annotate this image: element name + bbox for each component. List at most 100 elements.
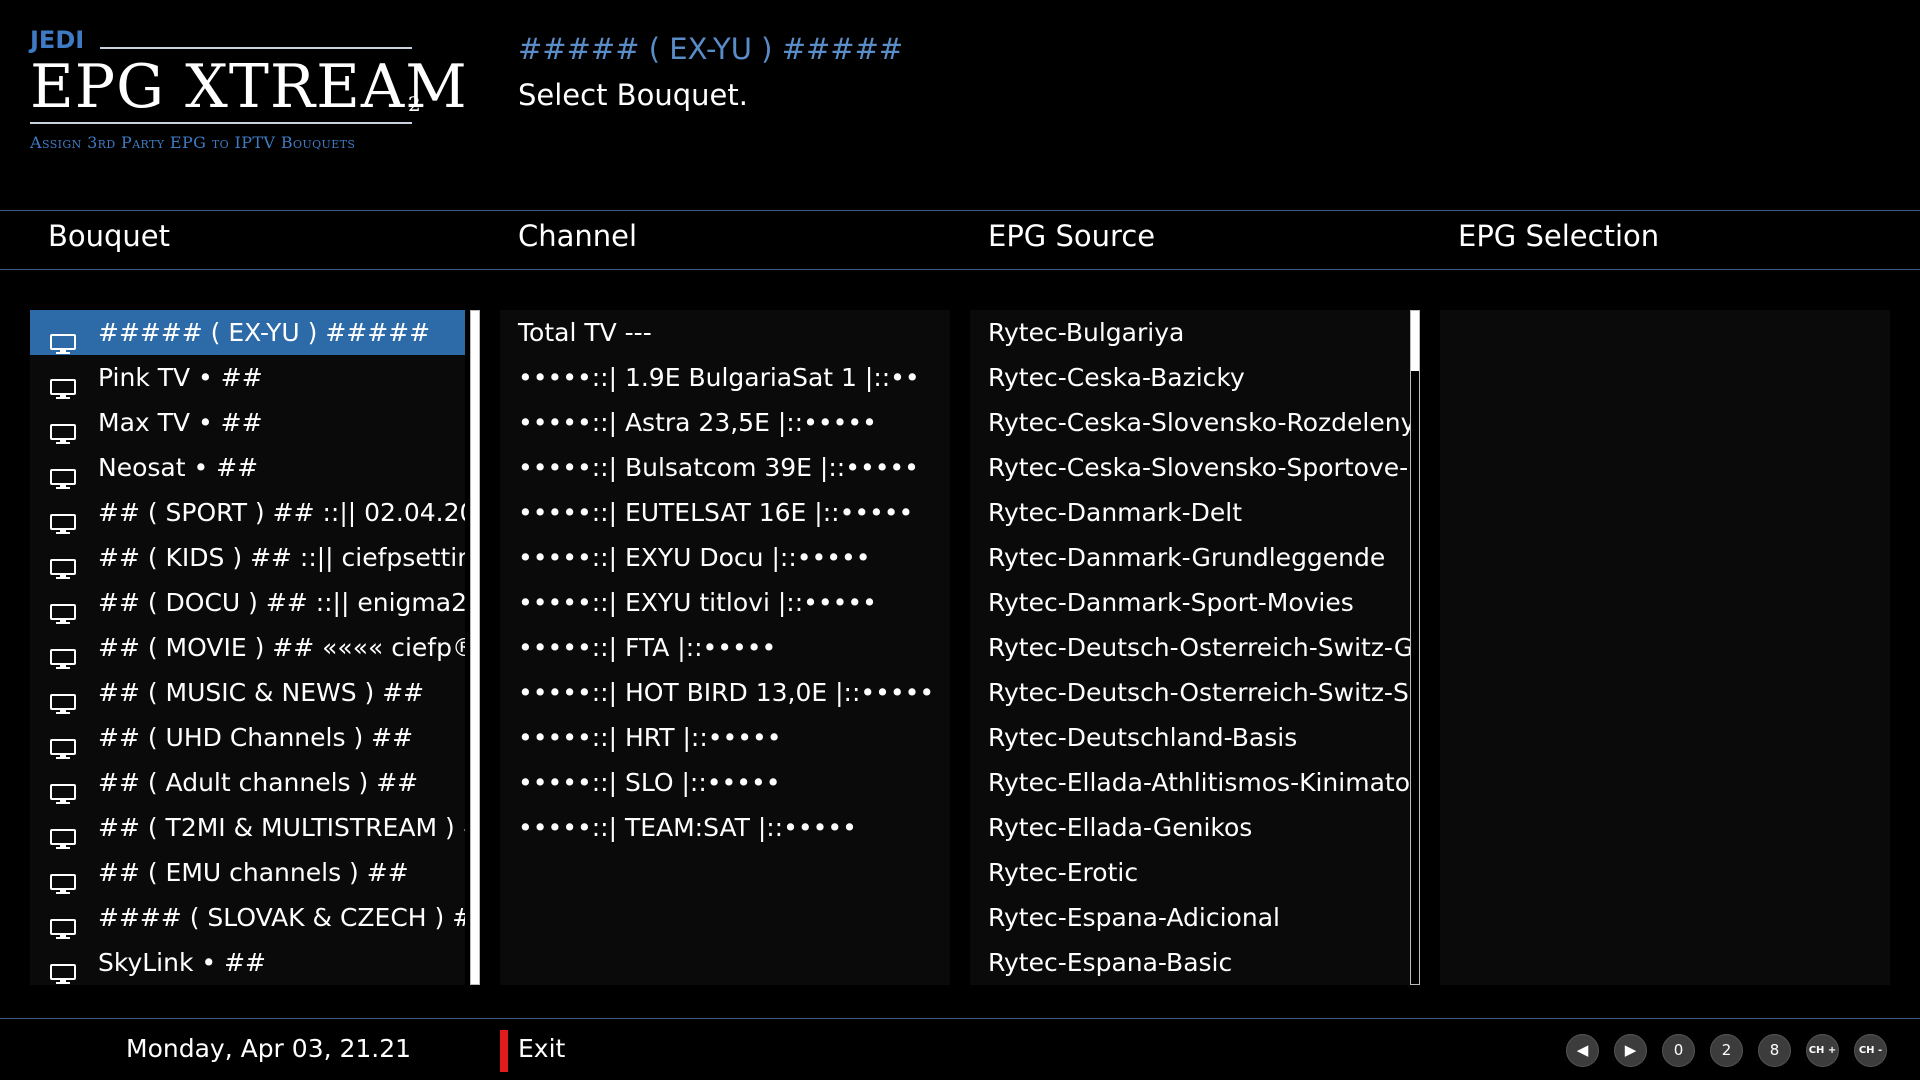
channel-item[interactable]: •••••::| TEAM:SAT |::••••• [500,805,950,850]
bouquet-scrollbar[interactable] [470,310,480,985]
channel-item-label: Total TV --- [518,318,652,347]
bouquet-item[interactable]: ## ( KIDS ) ## ::|| ciefpsettings [30,535,465,580]
bouquet-item-label: Neosat • ## [98,453,259,482]
bouquet-item-label: ## ( EMU channels ) ## [98,858,409,887]
epg-source-panel[interactable]: Rytec-Bulgariya Rytec-Ceska-Bazicky Rytec-… [970,310,1410,985]
channel-item[interactable]: •••••::| FTA |::••••• [500,625,950,670]
epg-source-item[interactable]: Rytec-Espana-Basic [970,940,1410,985]
channel-item[interactable]: •••••::| EXYU titlovi |::••••• [500,580,950,625]
key-2-button[interactable]: 2 [1710,1034,1743,1067]
epg-source-item[interactable]: Rytec-Ceska-Slovensko-Rozdeleny [970,400,1410,445]
bouquet-item[interactable]: ## ( MUSIC & NEWS ) ## [30,670,465,715]
header-divider [0,210,1920,211]
exit-button[interactable]: Exit [518,1034,565,1063]
epg-source-item[interactable]: Rytec-Danmark-Sport-Movies [970,580,1410,625]
epg-source-item[interactable]: Rytec-Deutsch-Osterreich-Switz-Ge [970,625,1410,670]
channel-up-button[interactable]: CH + [1806,1034,1839,1067]
bouquet-item-label: ## ( KIDS ) ## ::|| ciefpsettings [98,543,465,572]
channel-item-label: •••••::| Bulsatcom 39E |::••••• [518,453,919,482]
channel-item-label: •••••::| 1.9E BulgariaSat 1 |::•• [518,363,920,392]
red-key-indicator [500,1030,508,1072]
epg-source-item[interactable]: Rytec-Ellada-Genikos [970,805,1410,850]
channel-item[interactable]: •••••::| EXYU Docu |::••••• [500,535,950,580]
bouquet-item[interactable]: ## ( SPORT ) ## ::|| 02.04.2023 [30,490,465,535]
epg-source-item[interactable]: Rytec-Espana-Adicional [970,895,1410,940]
epg-source-item-label: Rytec-Bulgariya [988,318,1185,347]
bouquet-item[interactable]: #### ( SLOVAK & CZECH ) #### [30,895,465,940]
bouquet-item[interactable]: Max TV • ## [30,400,465,445]
channel-item-label: •••••::| HRT |::••••• [518,723,782,752]
tv-icon [50,728,76,759]
bouquet-item-label: ## ( SPORT ) ## ::|| 02.04.2023 [98,498,465,527]
channel-item[interactable]: •••••::| 1.9E BulgariaSat 1 |::•• [500,355,950,400]
epg-source-list[interactable]: Rytec-Bulgariya Rytec-Ceska-Bazicky Rytec-… [970,310,1410,985]
bouquet-item[interactable]: ##### ( EX-YU ) ##### [30,310,465,355]
channel-item-label: •••••::| EXYU titlovi |::••••• [518,588,877,617]
page-subtitle: Select Bouquet. [518,78,748,112]
bouquet-scrollbar-thumb[interactable] [471,311,479,984]
epg-source-item[interactable]: Rytec-Deutschland-Basis [970,715,1410,760]
bouquet-item-label: Pink TV • ## [98,363,263,392]
channel-item[interactable]: •••••::| Astra 23,5E |::••••• [500,400,950,445]
right-arrow-button[interactable]: ▶ [1614,1034,1647,1067]
epg-source-item-label: Rytec-Ellada-Athlitismos-Kinimatogr [988,768,1410,797]
channel-item[interactable]: •••••::| SLO |::••••• [500,760,950,805]
bouquet-item-label: ## ( MOVIE ) ## «««« ciefp® »»» [98,633,465,662]
bouquet-panel[interactable]: ##### ( EX-YU ) ##### Pink TV • ## Max TV … [30,310,465,985]
column-header-bouquet: Bouquet [48,219,171,253]
epg-source-scrollbar-thumb[interactable] [1411,311,1419,371]
column-header-divider [0,269,1920,270]
bouquet-item-label: ## ( MUSIC & NEWS ) ## [98,678,425,707]
bouquet-item-label: ## ( DOCU ) ## ::|| enigma2 ||:: [98,588,465,617]
bouquet-item[interactable]: Pink TV • ## [30,355,465,400]
bouquet-item[interactable]: ## ( EMU channels ) ## [30,850,465,895]
channel-item[interactable]: •••••::| EUTELSAT 16E |::••••• [500,490,950,535]
epg-source-scrollbar[interactable] [1410,310,1420,985]
logo-version: 2 [408,92,421,116]
epg-source-item-label: Rytec-Espana-Adicional [988,903,1280,932]
epg-selection-panel[interactable] [1440,310,1890,985]
epg-source-item-label: Rytec-Deutsch-Osterreich-Switz-Sp [988,678,1410,707]
epg-source-item[interactable]: Rytec-Danmark-Delt [970,490,1410,535]
bouquet-item[interactable]: ## ( T2MI & MULTISTREAM ) ## [30,805,465,850]
channel-item-label: •••••::| FTA |::••••• [518,633,777,662]
channel-item[interactable]: •••••::| HRT |::••••• [500,715,950,760]
bouquet-item[interactable]: Neosat • ## [30,445,465,490]
epg-source-item[interactable]: Rytec-Ellada-Athlitismos-Kinimatogr [970,760,1410,805]
epg-source-item[interactable]: Rytec-Erotic [970,850,1410,895]
bouquet-item[interactable]: ## ( UHD Channels ) ## [30,715,465,760]
epg-source-item-label: Rytec-Ceska-Bazicky [988,363,1245,392]
epg-source-item-label: Rytec-Deutsch-Osterreich-Switz-Ge [988,633,1410,662]
epg-source-item[interactable]: Rytec-Deutsch-Osterreich-Switz-Sp [970,670,1410,715]
channel-item-label: •••••::| EXYU Docu |::••••• [518,543,871,572]
bouquet-item-label: #### ( SLOVAK & CZECH ) #### [98,903,465,932]
channel-item-label: •••••::| EUTELSAT 16E |::••••• [518,498,914,527]
bouquet-item[interactable]: SkyLink • ## [30,940,465,985]
bouquet-item[interactable]: ## ( MOVIE ) ## «««« ciefp® »»» [30,625,465,670]
bouquet-item[interactable]: ## ( Adult channels ) ## [30,760,465,805]
left-arrow-button[interactable]: ◀ [1566,1034,1599,1067]
channel-item[interactable]: Total TV --- [500,310,950,355]
epg-source-item-label: Rytec-Deutschland-Basis [988,723,1298,752]
channel-list[interactable]: Total TV ---•••••::| 1.9E BulgariaSat 1 … [500,310,950,850]
channel-down-button[interactable]: CH - [1854,1034,1887,1067]
column-header-epg-source: EPG Source [988,219,1156,253]
channel-panel[interactable]: Total TV ---•••••::| 1.9E BulgariaSat 1 … [500,310,950,985]
epg-source-item[interactable]: Rytec-Bulgariya [970,310,1410,355]
logo-title: EPG XTREAM [30,52,468,122]
epg-source-item[interactable]: Rytec-Ceska-Bazicky [970,355,1410,400]
tv-icon [50,773,76,804]
epg-source-item[interactable]: Rytec-Ceska-Slovensko-Sportove-Fil [970,445,1410,490]
bouquet-list[interactable]: ##### ( EX-YU ) ##### Pink TV • ## Max TV … [30,310,465,985]
channel-item[interactable]: •••••::| HOT BIRD 13,0E |::••••• [500,670,950,715]
bouquet-item[interactable]: ## ( DOCU ) ## ::|| enigma2 ||:: [30,580,465,625]
key-0-button[interactable]: 0 [1662,1034,1695,1067]
tv-icon [50,908,76,939]
key-8-button[interactable]: 8 [1758,1034,1791,1067]
tv-icon [50,368,76,399]
channel-item[interactable]: •••••::| Bulsatcom 39E |::••••• [500,445,950,490]
epg-source-item-label: Rytec-Ceska-Slovensko-Rozdeleny [988,408,1410,437]
tv-icon [50,683,76,714]
epg-source-item[interactable]: Rytec-Danmark-Grundleggende [970,535,1410,580]
channel-item-label: •••••::| HOT BIRD 13,0E |::••••• [518,678,935,707]
